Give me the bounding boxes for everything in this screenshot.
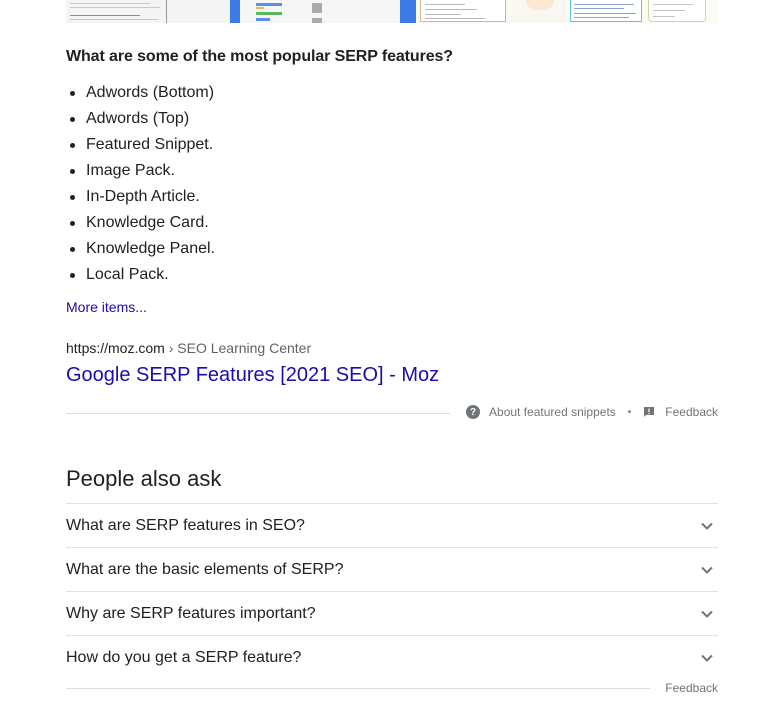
chevron-down-icon[interactable] [700, 565, 714, 575]
list-item-label: Adwords (Top) [86, 110, 190, 127]
list-item-label: Local Pack. [86, 266, 169, 283]
thumb-text-line [425, 4, 465, 5]
result-title-link[interactable]: Google SERP Features [2021 SEO] - Moz [66, 364, 439, 387]
thumbnail-1[interactable] [66, 0, 230, 23]
thumb-text-line [425, 18, 485, 19]
bullet-icon [70, 91, 75, 96]
paa-question[interactable]: How do you get a SERP feature? [66, 635, 718, 679]
image-thumbnail-strip [66, 0, 718, 23]
thumb-text-line [70, 19, 158, 20]
bullet-icon [70, 169, 75, 174]
bullet-icon [70, 195, 75, 200]
thumb-text-line [574, 17, 629, 18]
thumb-text-line [70, 7, 160, 8]
list-item-label: Adwords (Bottom) [86, 84, 215, 101]
thumb-text-line [653, 4, 693, 5]
list-item: In-Depth Article. [66, 184, 215, 210]
cite-breadcrumb: SEO Learning Center [177, 340, 312, 356]
more-items-link[interactable]: More items... [66, 299, 147, 315]
separator-dot: • [627, 406, 632, 418]
list-item-label: Knowledge Panel. [86, 240, 215, 257]
list-item: Knowledge Card. [66, 210, 215, 236]
thumbnail-2-edge [400, 0, 416, 23]
thumb-text-line [425, 14, 461, 15]
paa-question[interactable]: Why are SERP features important? [66, 591, 718, 635]
list-item-label: Knowledge Card. [86, 214, 209, 231]
paa-question-label: How do you get a SERP feature? [66, 648, 302, 666]
thumb-divider [166, 0, 167, 23]
bullet-icon [70, 273, 75, 278]
paa-feedback-link[interactable]: Feedback [665, 681, 718, 695]
people-also-ask-list: What are SERP features in SEO? What are … [66, 503, 718, 679]
help-icon[interactable]: ? [466, 405, 481, 419]
thumb-text-line [574, 4, 634, 5]
snippet-footer: ? About featured snippets • Feedback [466, 405, 718, 419]
paa-question[interactable]: What are SERP features in SEO? [66, 503, 718, 547]
thumbnail-6[interactable] [646, 0, 718, 23]
thumb-bar [256, 3, 282, 6]
list-item-label: Image Pack. [86, 162, 175, 179]
paa-divider [66, 688, 650, 689]
cite-url: https://moz.com [66, 340, 165, 356]
chevron-down-icon[interactable] [700, 521, 714, 531]
thumb-bar [256, 7, 264, 9]
thumb-card [420, 0, 506, 22]
thumb-illustration [526, 0, 554, 10]
thumbnail-4[interactable] [516, 0, 566, 23]
paa-question-label: What are the basic elements of SERP? [66, 560, 344, 578]
people-also-ask-heading: People also ask [66, 466, 222, 491]
chevron-down-icon[interactable] [700, 609, 714, 619]
thumb-text-line [653, 10, 685, 11]
list-item-label: In-Depth Article. [86, 188, 200, 205]
paa-question-label: What are SERP features in SEO? [66, 516, 305, 534]
bullet-icon [70, 221, 75, 226]
thumb-text-line [70, 15, 140, 16]
snippet-divider [66, 413, 450, 414]
thumb-bar [256, 18, 270, 21]
thumb-text-line [574, 8, 624, 9]
list-item: Adwords (Top) [66, 106, 215, 132]
bullet-icon [70, 143, 75, 148]
list-item: Adwords (Bottom) [66, 80, 215, 106]
bullet-icon [70, 117, 75, 122]
thumbnail-5[interactable] [566, 0, 646, 23]
list-item: Local Pack. [66, 262, 215, 288]
about-featured-snippets-link[interactable]: About featured snippets [489, 405, 616, 419]
chevron-down-icon[interactable] [700, 653, 714, 663]
bullet-icon [70, 247, 75, 252]
list-item: Knowledge Panel. [66, 236, 215, 262]
thumb-square [312, 18, 322, 23]
thumb-bar [256, 12, 282, 15]
thumbnail-3[interactable] [416, 0, 516, 23]
thumb-text-line [70, 3, 150, 4]
thumb-card [570, 0, 642, 22]
list-item-label: Featured Snippet. [86, 136, 214, 153]
list-item: Featured Snippet. [66, 132, 215, 158]
thumb-text-line [574, 13, 636, 14]
paa-question-label: Why are SERP features important? [66, 604, 316, 622]
feedback-icon[interactable] [643, 406, 655, 418]
snippet-list: Adwords (Bottom) Adwords (Top) Featured … [66, 80, 215, 288]
thumb-text-line [425, 9, 477, 10]
result-cite: https://moz.com › SEO Learning Center [66, 340, 311, 356]
thumbnail-2[interactable] [230, 0, 400, 23]
cite-separator: › [164, 340, 178, 356]
list-item: Image Pack. [66, 158, 215, 184]
thumb-square [312, 3, 322, 13]
snippet-question: What are some of the most popular SERP f… [66, 48, 453, 65]
paa-question[interactable]: What are the basic elements of SERP? [66, 547, 718, 591]
thumb-card [648, 0, 706, 22]
search-results-page: What are some of the most popular SERP f… [0, 0, 765, 722]
thumb-text-line [653, 16, 675, 17]
snippet-feedback-link[interactable]: Feedback [665, 405, 718, 419]
